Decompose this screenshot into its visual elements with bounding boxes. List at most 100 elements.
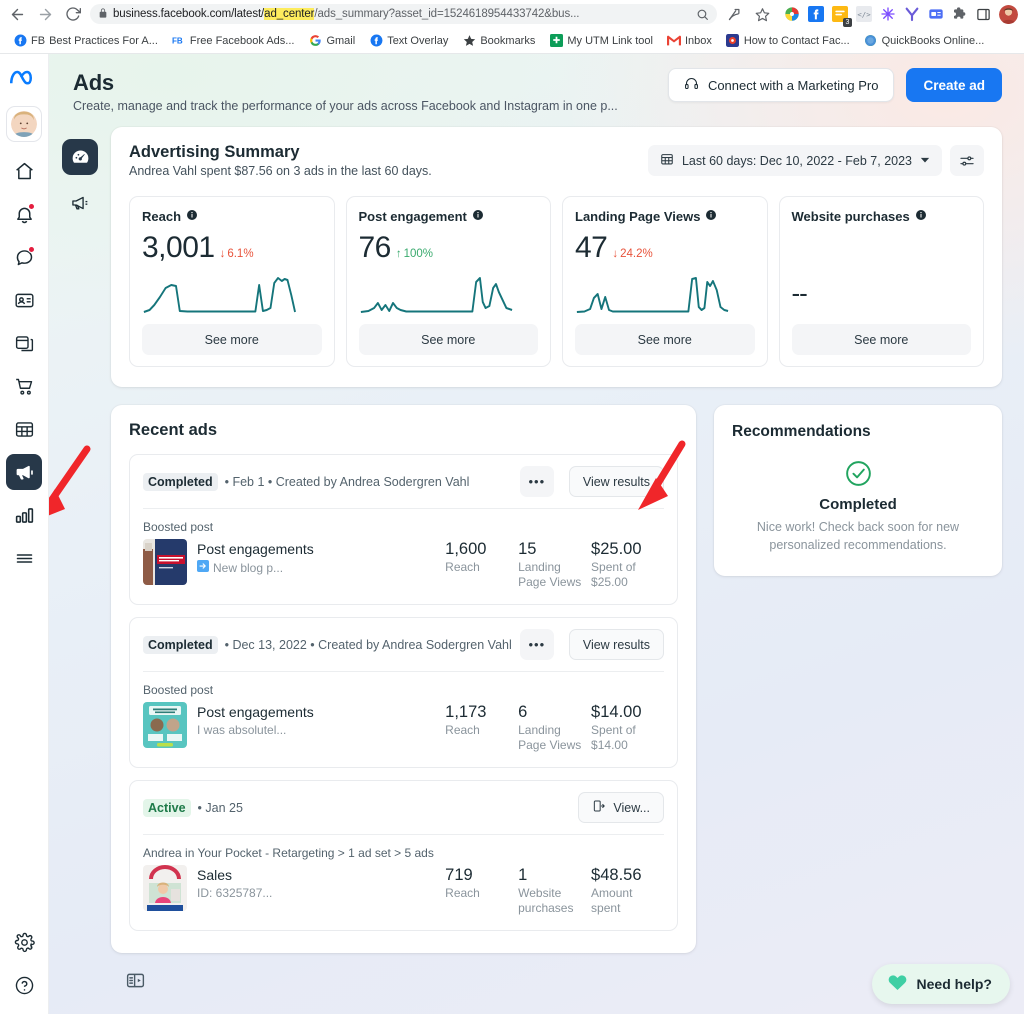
meta-logo[interactable]	[9, 68, 39, 93]
reload-icon[interactable]	[62, 3, 84, 25]
info-icon[interactable]	[915, 209, 927, 224]
sidebar-item-page[interactable]	[6, 282, 42, 318]
metric-name: Landing Page Views	[575, 209, 755, 224]
info-icon[interactable]	[186, 209, 198, 224]
card-extension-icon[interactable]	[927, 6, 944, 23]
address-bar[interactable]: business.facebook.com/latest/ad_center/a…	[90, 4, 717, 24]
settings-gear-icon[interactable]	[6, 924, 42, 960]
avatar[interactable]	[7, 107, 41, 141]
ad-kicker: Boosted post	[143, 520, 214, 534]
ad-stat-label: Reach	[445, 885, 480, 900]
color-wheel-extension-icon[interactable]	[783, 6, 800, 23]
star-icon	[462, 34, 476, 48]
bookmark-star-icon[interactable]	[751, 3, 773, 25]
status-badge: Completed	[143, 472, 218, 491]
subnav-item-ads[interactable]	[62, 185, 98, 221]
bookmark-item[interactable]: FB Free Facebook Ads...	[165, 34, 302, 48]
info-icon[interactable]	[705, 209, 717, 224]
more-dots-icon[interactable]: •••	[519, 466, 554, 497]
view-button[interactable]: View...	[578, 792, 664, 823]
summary-controls: Last 60 days: Dec 10, 2022 - Feb 7, 2023	[647, 145, 984, 176]
sidebar-item-messages[interactable]	[6, 239, 42, 275]
ad-meta: • Jan 25	[197, 800, 243, 815]
back-arrow-icon[interactable]	[6, 3, 28, 25]
filter-sliders-icon[interactable]	[950, 145, 984, 176]
view-results-button[interactable]: View results	[568, 466, 664, 497]
yandex-extension-icon[interactable]	[903, 6, 920, 23]
ad-stat-label: Spent of $14.00	[591, 722, 636, 753]
metric-card-landing-page-views: Landing Page Views 47 ↓ 24.2% See more	[562, 196, 768, 367]
help-question-icon[interactable]	[6, 967, 42, 1003]
bookmark-item[interactable]: My UTM Link tool	[542, 34, 660, 48]
extension-badge-count: 3	[843, 17, 852, 27]
date-range-selector[interactable]: Last 60 days: Dec 10, 2022 - Feb 7, 2023	[647, 145, 942, 176]
collapse-panel-button[interactable]	[125, 970, 146, 996]
sidebar-item-home[interactable]	[6, 153, 42, 189]
ad-stat: 1,173 Reach	[445, 702, 518, 738]
see-more-button[interactable]: See more	[358, 324, 538, 355]
gmail-icon	[666, 34, 681, 48]
ad-stat-label: Reach	[445, 559, 480, 574]
headset-icon	[684, 76, 699, 94]
extensions-puzzle-icon[interactable]	[951, 6, 968, 23]
subnav-item-ads-dashboard[interactable]	[62, 139, 98, 175]
bookmark-item[interactable]: Gmail	[301, 34, 362, 48]
code-extension-icon[interactable]: </>	[855, 6, 872, 23]
info-icon[interactable]	[472, 209, 484, 224]
see-more-button[interactable]: See more	[142, 324, 322, 355]
google-icon	[308, 34, 322, 48]
bookmark-item[interactable]: Inbox	[660, 34, 719, 48]
create-ad-button[interactable]: Create ad	[906, 68, 1002, 102]
ad-stat-label: Website purchases	[518, 885, 574, 916]
bookmark-item[interactable]: FB Best Practices For A...	[6, 34, 165, 48]
see-more-button[interactable]: See more	[575, 324, 755, 355]
bookmark-item[interactable]: Text Overlay	[362, 34, 455, 48]
bookmark-item[interactable]: How to Contact Fac...	[719, 34, 857, 48]
calendar-icon	[660, 152, 674, 169]
ad-description: ID: 6325787...	[197, 886, 273, 901]
sidebar-item-ads[interactable]	[6, 454, 42, 490]
ad-stat-value: 1	[518, 866, 528, 885]
view-results-button[interactable]: View results	[568, 629, 664, 660]
share-icon[interactable]	[723, 3, 745, 25]
sidebar-item-menu[interactable]	[6, 540, 42, 576]
bookmark-label: Best Practices For A...	[49, 34, 158, 47]
metric-value-row	[792, 228, 972, 268]
bookmark-item[interactable]: QuickBooks Online...	[857, 34, 992, 48]
snowflake-extension-icon[interactable]	[879, 6, 896, 23]
browser-toolbar: business.facebook.com/latest/ad_center/a…	[0, 0, 1024, 28]
ad-thumbnail	[143, 539, 187, 586]
metric-card-post-engagement: Post engagement 76 ↑ 100% See more	[345, 196, 551, 367]
ad-stat-value: $14.00	[591, 703, 642, 722]
recommendations-heading: Completed	[819, 496, 897, 513]
bookmark-item[interactable]: Bookmarks	[455, 34, 542, 48]
see-more-button[interactable]: See more	[791, 324, 971, 355]
sidebar-item-notifications[interactable]	[6, 196, 42, 232]
chevron-down-icon	[920, 154, 930, 168]
metric-delta: ↓ 24.2%	[612, 248, 653, 260]
metric-card-reach: Reach 3,001 ↓ 6.1% See more	[129, 196, 335, 367]
facebook-extension-icon[interactable]	[807, 6, 824, 23]
ad-header: Active • Jan 25 View...	[130, 781, 677, 834]
sidebar-item-posts[interactable]	[6, 325, 42, 361]
sidebar-item-insights[interactable]	[6, 497, 42, 533]
metric-value: 3,001	[142, 231, 215, 264]
browser-profile-avatar[interactable]	[999, 4, 1018, 24]
notes-extension-icon[interactable]: 3	[831, 6, 852, 27]
need-help-widget[interactable]: Need help?	[871, 964, 1010, 1004]
ad-objective: Sales	[197, 867, 233, 884]
sidebar-toggle-icon[interactable]	[975, 6, 992, 23]
ad-creative: Sales ID: 6325787...	[143, 865, 445, 912]
ad-stat: 1,600 Reach	[445, 539, 518, 575]
more-dots-icon[interactable]: •••	[519, 629, 554, 660]
connect-marketing-pro-label: Connect with a Marketing Pro	[707, 77, 879, 93]
forward-arrow-icon[interactable]	[34, 3, 56, 25]
sidebar-item-calendar[interactable]	[6, 411, 42, 447]
connect-marketing-pro-button[interactable]: Connect with a Marketing Pro	[667, 68, 895, 102]
sidebar-item-commerce[interactable]	[6, 368, 42, 404]
metric-value-row: 76 ↑ 100%	[359, 228, 539, 268]
search-icon[interactable]	[696, 8, 709, 21]
bookmark-label: Bookmarks	[480, 34, 536, 47]
facebook-icon	[369, 34, 383, 48]
utm-tool-icon	[549, 34, 563, 48]
